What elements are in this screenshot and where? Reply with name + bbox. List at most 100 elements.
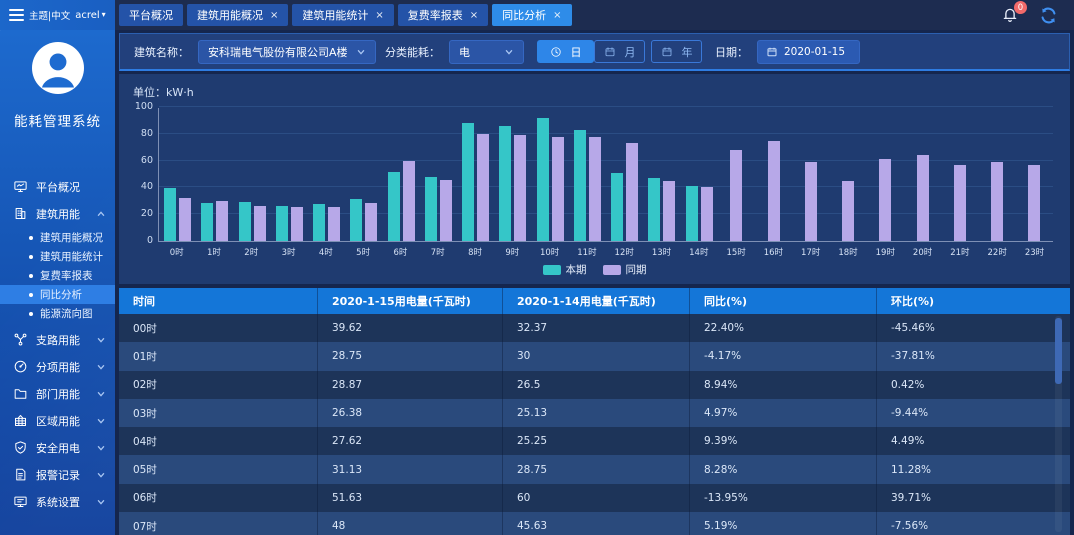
chevron-down-icon [96,335,106,345]
table-body: 00时39.6232.3722.40%-45.46%01时28.7530-4.1… [119,314,1070,535]
x-axis-tick-label: 5时 [344,246,381,258]
legend-item-本期[interactable]: 本期 [543,262,587,277]
sidebar-subitem-1[interactable]: 建筑用能统计 [0,247,115,266]
table-row-1[interactable]: 01时28.7530-4.17%-37.81% [119,342,1070,370]
bar-同期-14时 [701,187,713,241]
topbar-actions: 0 [993,0,1074,30]
table-cell: 06时 [119,484,318,512]
tab-close-icon[interactable]: × [375,10,383,21]
period-button-日[interactable]: 日 [537,40,594,63]
bar-group-14 [681,108,718,241]
table-row-4[interactable]: 04时27.6225.259.39%4.49% [119,427,1070,455]
chevron-down-icon: ▾ [102,11,106,19]
table-cell: 22.40% [690,314,877,342]
x-axis-tick-label: 19时 [867,246,904,258]
menu-hamburger-icon[interactable] [9,9,24,21]
sidebar-subitem-4[interactable]: 能源流向图 [0,304,115,323]
bar-group-11 [569,108,606,241]
user-avatar-icon[interactable] [32,42,84,94]
table-row-3[interactable]: 03时26.3825.134.97%-9.44% [119,399,1070,427]
table-row-6[interactable]: 06时51.6360-13.95%39.71% [119,484,1070,512]
y-axis-tick-label: 0 [125,235,153,246]
shield-check-icon [13,440,28,455]
sidebar-item-4[interactable]: 部门用能 [0,380,115,407]
tab-label: 复费率报表 [408,7,463,23]
table-cell: 39.71% [877,484,1070,512]
x-axis-tick-label: 23时 [1016,246,1053,258]
table-header-cell-1: 2020-1-15用电量(千瓦时) [318,288,503,314]
date-value: 2020-01-15 [784,46,845,58]
notification-badge: 0 [1014,1,1027,14]
folder-icon [13,386,28,401]
filter-bar: 建筑名称： 安科瑞电气股份有限公司A楼 分类能耗： 电 日月年 日期： [119,33,1070,71]
tab-4[interactable]: 同比分析× [492,4,571,26]
tab-close-icon[interactable]: × [270,10,278,21]
bar-本期-0时 [164,188,176,241]
table-cell: 4.49% [877,427,1070,455]
table-cell: 02时 [119,371,318,399]
energy-type-label: 分类能耗： [385,44,440,60]
sidebar-item-8[interactable]: 系统设置 [0,488,115,515]
sidebar-item-2[interactable]: 支路用能 [0,326,115,353]
x-axis-tick-label: 1时 [195,246,232,258]
tab-label: 建筑用能概况 [197,7,263,23]
user-name: acrel [75,10,99,21]
building-select[interactable]: 安科瑞电气股份有限公司A楼 [198,40,376,64]
table-row-5[interactable]: 05时31.1328.758.28%11.28% [119,455,1070,483]
tab-close-icon[interactable]: × [553,10,561,21]
refresh-icon[interactable] [1039,6,1058,25]
monitor-icon [13,179,28,194]
period-button-年[interactable]: 年 [651,40,702,63]
bar-本期-11时 [574,130,586,241]
bar-group-10 [532,108,569,241]
legend-item-同期[interactable]: 同期 [603,262,647,277]
sidebar-subitem-2[interactable]: 复费率报表 [0,266,115,285]
energy-type-select[interactable]: 电 [449,40,524,64]
sidebar-subitem-3[interactable]: 同比分析 [0,285,115,304]
sidebar-item-label: 建筑用能 [36,206,80,222]
notification-bell-icon[interactable]: 0 [1001,6,1019,24]
table-cell: -9.44% [877,399,1070,427]
table-row-0[interactable]: 00时39.6232.3722.40%-45.46% [119,314,1070,342]
tab-0[interactable]: 平台概况 [119,4,183,26]
x-axis-tick-label: 10时 [531,246,568,258]
table-cell: 03时 [119,399,318,427]
sidebar-item-3[interactable]: 分项用能 [0,353,115,380]
user-menu[interactable]: acrel ▾ [75,10,105,21]
table-cell: 8.28% [690,455,877,483]
date-input[interactable]: 2020-01-15 [757,40,860,64]
table-cell: 04时 [119,427,318,455]
bar-group-17 [792,108,829,241]
tab-1[interactable]: 建筑用能概况 × [187,4,288,26]
sidebar-item-label: 平台概况 [36,179,80,195]
topbar: 主题|中文 acrel ▾ 平台概况建筑用能概况×建筑用能统计×复费率报表×同比… [0,0,1074,30]
bar-同期-8时 [477,134,489,241]
bullet-icon [29,293,33,297]
theme-language-switch[interactable]: 主题|中文 [29,8,70,22]
bar-本期-8时 [462,123,474,241]
tab-2[interactable]: 建筑用能统计× [292,4,393,26]
table-cell: 25.13 [503,399,690,427]
table-cell: 07时 [119,512,318,535]
sidebar-subitem-0[interactable]: 建筑用能概况 [0,228,115,247]
table-header-row: 时间2020-1-15用电量(千瓦时)2020-1-14用电量(千瓦时)同比(%… [119,288,1070,314]
tab-close-icon[interactable]: × [470,10,478,21]
legend-label: 本期 [566,262,587,277]
sidebar-item-1[interactable]: 建筑用能 [0,200,115,227]
table-cell: 28.75 [503,455,690,483]
period-button-月[interactable]: 月 [594,40,645,63]
sidebar-item-0[interactable]: 平台概况 [0,173,115,200]
sidebar-item-label: 安全用电 [36,440,80,456]
bar-group-2 [234,108,271,241]
table-row-2[interactable]: 02时28.8726.58.94%0.42% [119,371,1070,399]
table-scrollbar-thumb[interactable] [1055,318,1062,384]
sidebar-item-5[interactable]: 区域用能 [0,407,115,434]
table-cell: -7.56% [877,512,1070,535]
tab-3[interactable]: 复费率报表 × [398,4,488,26]
sidebar-item-6[interactable]: 安全用电 [0,434,115,461]
sidebar-item-7[interactable]: 报警记录 [0,461,115,488]
sidebar-item-label: 系统设置 [36,494,80,510]
x-axis-tick-label: 4时 [307,246,344,258]
table-row-7[interactable]: 07时4845.635.19%-7.56% [119,512,1070,535]
sidebar-item-label: 支路用能 [36,332,80,348]
